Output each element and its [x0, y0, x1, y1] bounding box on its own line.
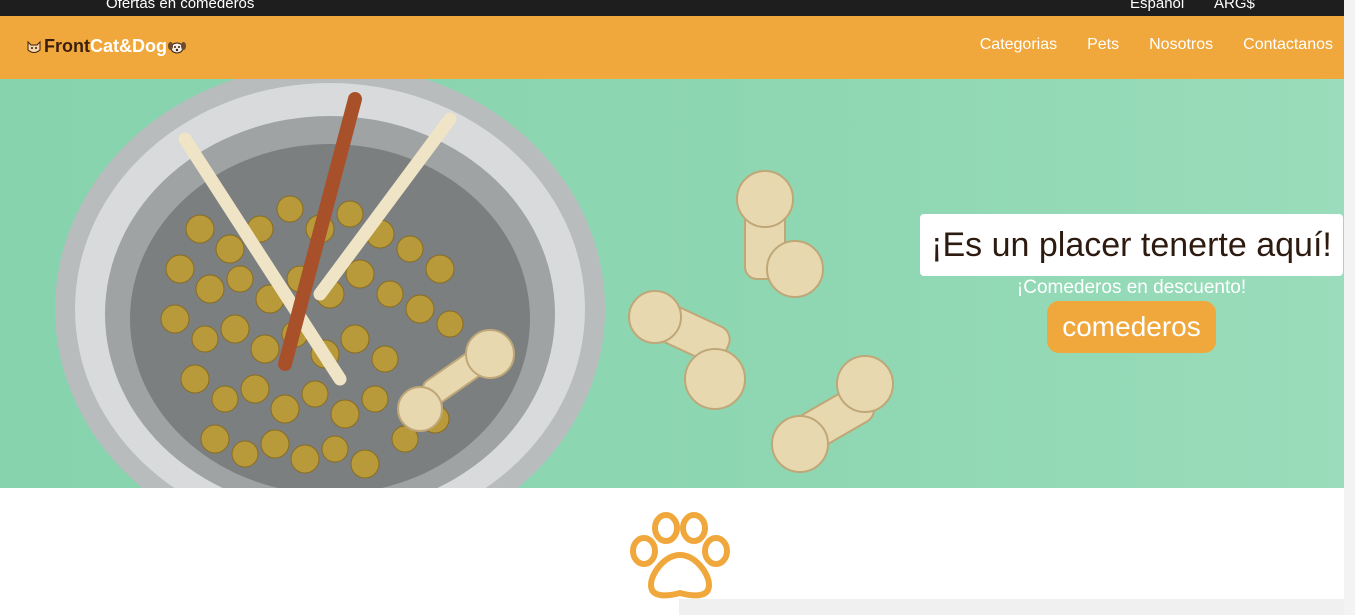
dog-face-icon — [167, 41, 186, 53]
brand-logo[interactable]: Front Cat&Dog — [26, 36, 187, 57]
comederos-button[interactable]: comederos — [1047, 301, 1216, 353]
content-panel — [679, 599, 1344, 615]
brand-word-front: Front — [44, 36, 90, 56]
nav-item-nosotros[interactable]: Nosotros — [1149, 36, 1213, 54]
discount-subtitle: ¡Comederos en descuento! — [1016, 277, 1247, 298]
hero-banner: ¡Es un placer tenerte aquí! ¡Comederos e… — [0, 79, 1344, 488]
welcome-heading: ¡Es un placer tenerte aquí! — [931, 225, 1332, 264]
promo-link[interactable]: Ofertas en comederos — [106, 0, 254, 12]
welcome-heading-box: ¡Es un placer tenerte aquí! — [920, 214, 1343, 276]
top-bar: Ofertas en comederos Espanol ARG$ — [0, 0, 1344, 16]
cat-face-icon — [27, 40, 41, 53]
currency-selector[interactable]: ARG$ — [1214, 0, 1255, 12]
scrollbar[interactable] — [1344, 0, 1355, 615]
nav-item-categorias[interactable]: Categorias — [980, 36, 1057, 54]
nav-item-pets[interactable]: Pets — [1087, 36, 1119, 54]
brand-word-catdog: Cat&Dog — [89, 36, 167, 56]
language-selector[interactable]: Espanol — [1130, 0, 1184, 12]
nav-menu: Categorias Pets Nosotros Contactanos — [980, 36, 1333, 54]
paw-icon — [630, 512, 730, 599]
nav-item-contactanos[interactable]: Contactanos — [1243, 36, 1333, 54]
main-navbar: Front Cat&Dog Categorias Pets Nosotros C… — [0, 16, 1344, 79]
